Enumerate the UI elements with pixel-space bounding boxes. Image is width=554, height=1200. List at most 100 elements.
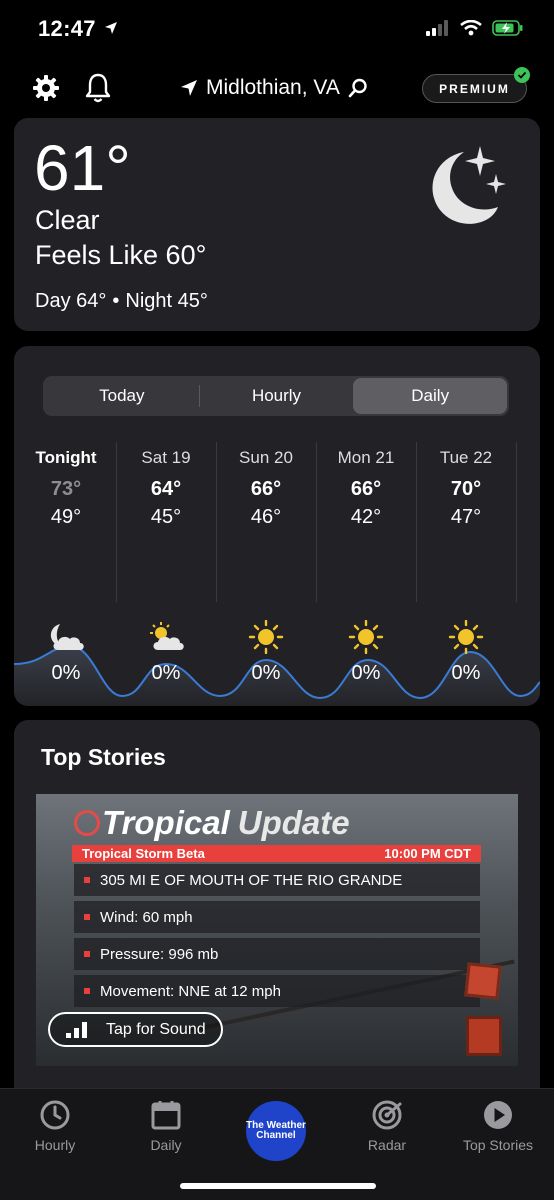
premium-label: PREMIUM [439,81,510,96]
current-conditions-card[interactable]: 61° Clear Feels Like 60° Day 64° • Night… [14,118,540,331]
partly-cloudy-night-icon [50,624,84,650]
gear-icon[interactable] [32,74,60,102]
high-temp: 73° [50,478,82,500]
sun-icon [348,620,384,654]
nav-hourly[interactable]: Hourly [5,1099,105,1153]
day-label: Tonight [35,448,97,467]
headline-part: Update [237,804,350,841]
day-temp: Day 64° [35,290,107,312]
info-text: Pressure: 996 mb [100,945,219,963]
day-label: Sat 19 [141,448,191,467]
high-temp: 66° [350,478,382,500]
low-temp: 46° [250,506,282,528]
forecast-segmented-control: Today Hourly Daily [43,376,509,416]
storm-banner: Tropical Storm Beta 10:00 PM CDT [72,845,481,862]
location-selector[interactable]: Midlothian, VA [180,76,368,100]
bullet-icon [84,877,90,883]
precip-chance: 0% [451,662,481,684]
tab-today[interactable]: Today [45,378,199,414]
video-player[interactable]: Tropical Update Tropical Storm Beta 10:0… [36,794,518,1066]
video-headline: Tropical Update [102,804,350,842]
tap-for-sound-button[interactable]: Tap for Sound [48,1012,223,1047]
low-temp: 45° [150,506,182,528]
tab-hourly[interactable]: Hourly [200,378,354,414]
logo-text: The Weather Channel [246,1119,306,1141]
bell-icon[interactable] [84,72,112,104]
bullet-icon [84,951,90,957]
info-row: 305 MI E OF MOUTH OF THE RIO GRANDE [74,864,480,896]
day-night-temps: Day 64° • Night 45° [35,290,208,313]
signal-icon [426,20,448,36]
app-header: Midlothian, VA PREMIUM [0,60,554,116]
location-arrow-icon [181,80,197,96]
forecast-card: Today Hourly Daily Tonight 73° 49° 0% Sa… [14,346,540,706]
status-icons [426,20,524,36]
separator: • [112,290,120,312]
calendar-icon [151,1101,181,1130]
volume-bars-icon [66,1021,87,1038]
nav-label: Top Stories [462,1137,534,1153]
current-temp: 61° [34,132,131,204]
tab-label: Daily [411,386,450,405]
weather-channel-logo[interactable]: The Weather Channel [246,1101,306,1161]
sun-icon [248,620,284,654]
day-column-sat[interactable]: Sat 19 64° 45° 0% [116,442,216,702]
precip-chance: 0% [251,662,281,684]
bullet-icon [84,988,90,994]
sun-icon [448,620,484,654]
day-label: Mon 21 [337,448,395,467]
battery-icon [492,20,523,36]
day-column-sun[interactable]: Sun 20 66° 46° 0% [216,442,316,702]
radar-icon [372,1100,402,1130]
info-row: Pressure: 996 mb [74,938,480,970]
section-title: Top Stories [41,744,166,770]
day-label: Sun 20 [239,448,293,467]
debris-sign [464,962,502,1000]
nav-label: Radar [367,1137,407,1153]
tab-label: Hourly [251,386,302,405]
wifi-icon [460,20,482,36]
search-icon[interactable] [348,78,368,98]
day-label: Tue 22 [439,448,493,467]
tropical-logo-icon [74,810,100,836]
info-text: 305 MI E OF MOUTH OF THE RIO GRANDE [100,871,403,889]
high-temp: 64° [150,478,182,500]
tab-daily[interactable]: Daily [353,378,508,414]
night-temp: Night 45° [125,290,208,312]
clock-icon [40,1100,70,1130]
condition-text: Clear [35,205,100,235]
column-divider [516,442,517,602]
storm-time: 10:00 PM CDT [384,846,471,861]
day-column-mon[interactable]: Mon 21 66° 42° 0% [316,442,416,702]
nav-top-stories[interactable]: Top Stories [448,1099,548,1153]
check-icon [514,67,530,83]
status-bar: 12:47 [0,0,554,60]
nav-daily[interactable]: Daily [116,1099,216,1153]
location-arrow-icon [105,22,118,34]
day-column-tue[interactable]: Tue 22 70° 47° 0% [416,442,516,702]
location-name: Midlothian, VA [206,76,340,99]
info-text: Wind: 60 mph [100,908,193,926]
precip-chance: 0% [351,662,381,684]
play-icon [484,1101,512,1129]
daily-forecast-row: Tonight 73° 49° 0% Sat 19 64° 45° 0% Sun… [14,442,540,706]
headline-part: Tropical [102,804,230,841]
top-stories-card: Top Stories Tropical Update Tropical Sto… [14,720,540,1120]
nav-radar[interactable]: Radar [337,1099,437,1153]
day-column-tonight[interactable]: Tonight 73° 49° 0% [16,442,116,702]
high-temp: 66° [250,478,282,500]
info-row: Movement: NNE at 12 mph [74,975,480,1007]
nav-label: Daily [150,1137,182,1153]
status-time: 12:47 [38,16,118,42]
premium-button[interactable]: PREMIUM [422,67,530,103]
low-temp: 49° [50,506,82,528]
precip-chance: 0% [51,662,81,684]
low-temp: 47° [450,506,482,528]
clock: 12:47 [38,16,96,41]
debris-sign [466,1016,502,1056]
tap-label: Tap for Sound [106,1020,206,1038]
feels-like: Feels Like 60° [35,240,207,270]
tab-label: Today [99,386,145,405]
info-row: Wind: 60 mph [74,901,480,933]
home-indicator [180,1183,376,1189]
